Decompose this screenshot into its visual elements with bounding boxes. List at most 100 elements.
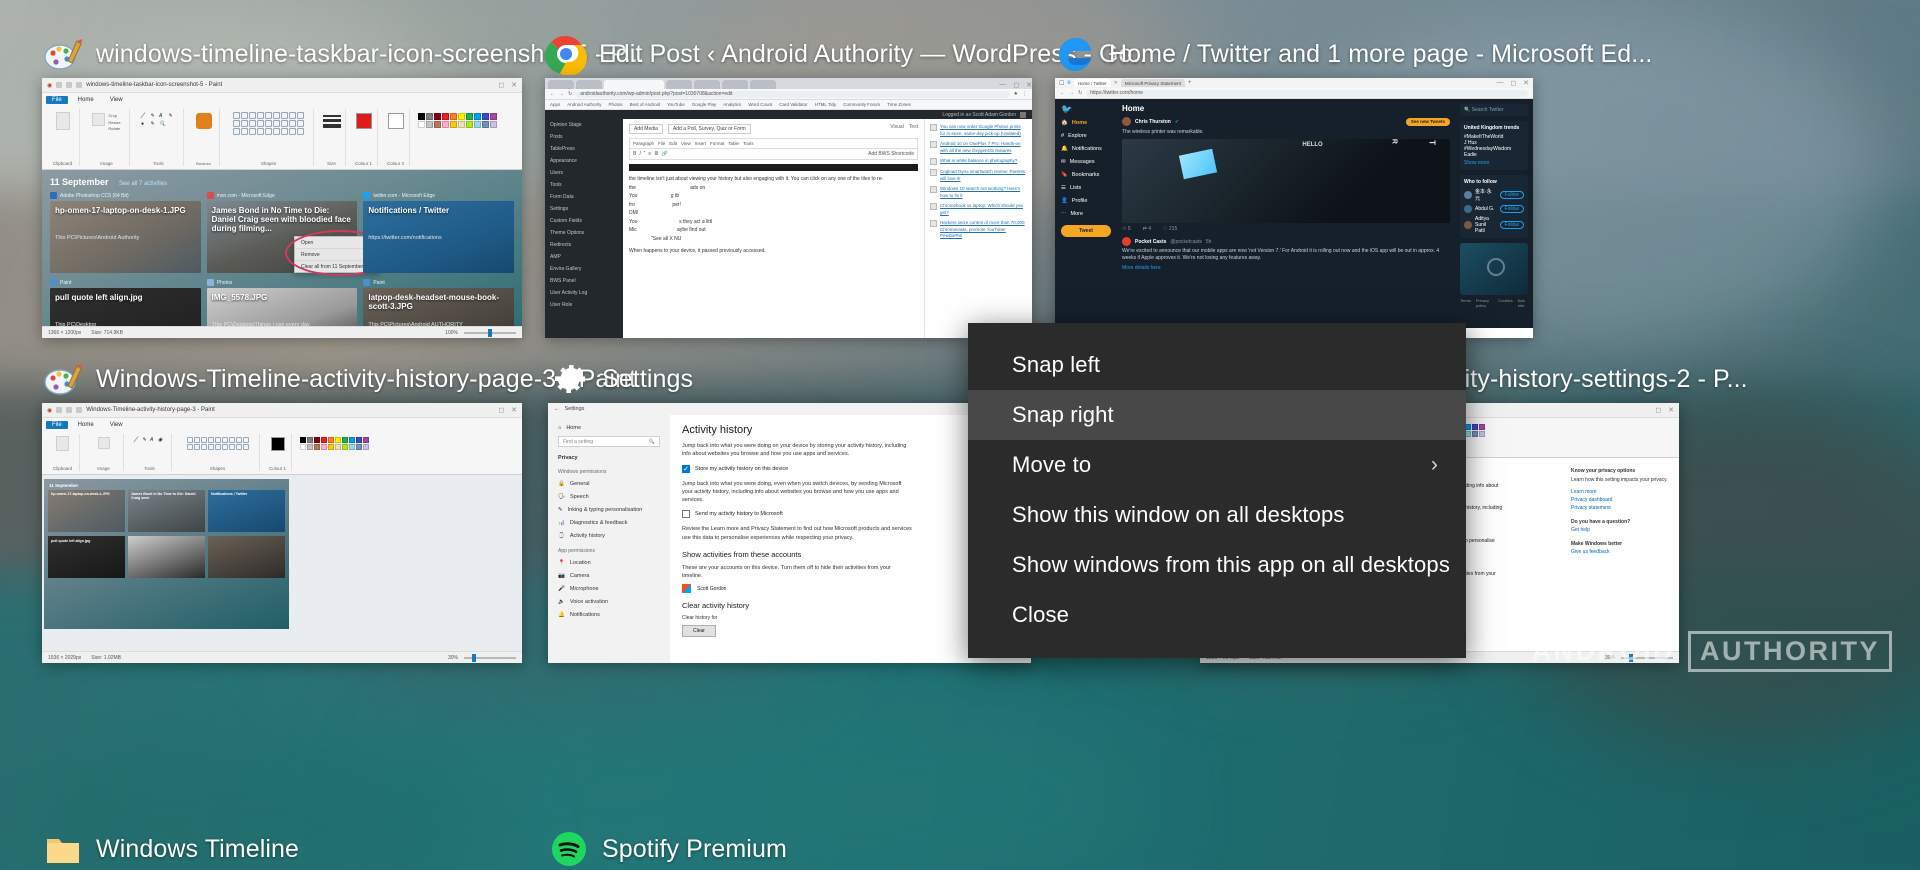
ribbon-tab-home[interactable]: Home — [72, 421, 100, 429]
related-link[interactable]: Cogload Dyno smartwatch review: Parents … — [940, 169, 1027, 182]
edge-tab-strip[interactable]: ☐e Home / Twitter ✕ Microsoft Privacy St… — [1055, 78, 1533, 88]
window-thumbnail[interactable]: —◻✕ ←→↻ androidauthority.com/wp-admin/po… — [545, 78, 1032, 338]
timeline-cell[interactable]: Paint latpop-desk-headset-mouse-book-sco… — [363, 279, 514, 326]
see-new-tweets-pill[interactable]: See new Tweets — [1406, 118, 1450, 126]
timeline-card[interactable]: hp-omen-17-laptop-on-desk-1.JPG This PC\… — [50, 201, 201, 273]
twitter-right-rail[interactable]: 🔍 Search Twitter United Kingdom trends #… — [1455, 99, 1533, 328]
related-links-panel[interactable]: You can now order Google Photos prints f… — [924, 119, 1032, 338]
menu-item-snap-right[interactable]: Snap right — [968, 390, 1466, 440]
footer-link[interactable]: Terms — [1460, 298, 1471, 308]
related-link[interactable]: Chromebook vs laptop: Which should you g… — [940, 203, 1027, 216]
ribbon-tabs[interactable]: File Home View — [42, 93, 522, 106]
ribbon-body[interactable]: Clipboard CropResizeRotate Image — [42, 106, 522, 170]
bookmark[interactable]: YouTube — [667, 102, 685, 107]
tab-visual[interactable]: Visual — [890, 124, 904, 134]
wp-menu-item[interactable]: Settings — [545, 203, 623, 215]
trends-show-more[interactable]: Show more — [1464, 160, 1524, 166]
editor-menu-item[interactable]: Edit — [669, 141, 677, 146]
help-link[interactable]: Get help — [1571, 527, 1669, 533]
menu-item-show-windows-from-app-all-desktops[interactable]: Show windows from this app on all deskto… — [968, 540, 1466, 590]
editor-menu-item[interactable]: Insert — [695, 141, 706, 146]
wp-menu-item[interactable]: Posts — [545, 131, 623, 143]
retweet-count[interactable]: ⇄ 4 — [1143, 226, 1151, 232]
follow-button[interactable]: Follow — [1500, 191, 1524, 199]
settings-nav-microphone[interactable]: 🎤Microphone — [548, 582, 670, 595]
ribbon-tab-file[interactable]: File — [46, 96, 68, 104]
timeline-cell[interactable]: Paint pull quote left align.jpg This PC\… — [50, 279, 201, 326]
footer-link[interactable]: Ads info — [1518, 298, 1528, 308]
right-link[interactable]: Privacy statement — [1571, 505, 1669, 511]
timeline-card[interactable]: Notifications / Twitter https://twitter.… — [363, 201, 514, 273]
edge-tab[interactable]: Microsoft Privacy Statement — [1121, 79, 1185, 87]
footer-link[interactable]: Privacy policy — [1476, 298, 1493, 308]
editor-menu-item[interactable]: Tools — [743, 141, 754, 146]
bookmark[interactable]: Word Count — [748, 102, 772, 107]
wp-menu-item[interactable]: Redirects — [545, 239, 623, 251]
follow-suggestion[interactable]: Aditya Sunil Patil Follow — [1464, 216, 1524, 234]
related-link[interactable]: What is white balance in photography? — [940, 158, 1017, 165]
twitter-nav-home[interactable]: 🏠Home — [1055, 116, 1117, 129]
settings-search-input[interactable]: Find a setting 🔍 — [558, 436, 660, 447]
ribbon-tab-file[interactable]: File — [46, 421, 68, 429]
timeline-cell[interactable]: Adobe Photoshop CC5 (64 Bit) hp-omen-17-… — [50, 192, 201, 273]
edge-address-bar[interactable]: ←→↻ https://twitter.com/home — [1055, 88, 1533, 99]
paint-canvas[interactable]: 11 September hp-omen-17-laptop-on-desk-1… — [42, 475, 522, 651]
ribbon-tabs[interactable]: File Home View — [42, 418, 522, 431]
menu-item-move-to[interactable]: Move to › — [968, 440, 1466, 490]
window-thumbnail[interactable]: ☐e Home / Twitter ✕ Microsoft Privacy St… — [1055, 78, 1533, 338]
wp-menu-item[interactable]: Tools — [545, 179, 623, 191]
wp-menu-item[interactable]: Envira Gallery — [545, 263, 623, 275]
related-link[interactable]: Windows 10 search not working? Here's ho… — [940, 186, 1027, 199]
follow-suggestion[interactable]: 金本·永元 Follow — [1464, 188, 1524, 202]
bookmark[interactable]: Best of Android — [630, 102, 661, 107]
bookmark[interactable]: HTML Tidy — [815, 102, 837, 107]
settings-right-rail[interactable]: Know your privacy options Learn how this… — [1561, 459, 1679, 651]
wp-menu-item[interactable]: Theme Options — [545, 227, 623, 239]
related-link[interactable]: You can now order Google Photos prints f… — [940, 124, 1027, 137]
back-arrow-icon[interactable]: ← — [554, 406, 560, 412]
twitter-sidebar[interactable]: 🐦 🏠Home #Explore 🔔Notifications ✉Message… — [1055, 99, 1117, 328]
twitter-nav-explore[interactable]: #Explore — [1055, 129, 1117, 142]
twitter-nav-lists[interactable]: ☰Lists — [1055, 181, 1117, 194]
wp-admin-sidebar[interactable]: Opinion Stage Posts TablePress Appearanc… — [545, 119, 623, 338]
wp-menu-item[interactable]: User Activity Log — [545, 287, 623, 299]
wp-menu-item[interactable]: Users — [545, 167, 623, 179]
follow-suggestion[interactable]: Abdul G. Follow — [1464, 205, 1524, 213]
editor-menu-item[interactable]: File — [658, 141, 665, 146]
follow-button[interactable]: Follow — [1500, 221, 1524, 229]
wp-menu-item[interactable]: TablePress — [545, 143, 623, 155]
settings-nav-voice-activation[interactable]: 🔈Voice activation — [548, 595, 670, 608]
window-thumbnail[interactable]: ◉ Windows-Timeline-activity-history-page… — [42, 403, 522, 663]
twitter-nav-notifications[interactable]: 🔔Notifications — [1055, 142, 1117, 155]
timeline-cell[interactable]: Photos IMG_5578.JPG This PC\Desktop\Thin… — [207, 279, 358, 326]
ribbon-tab-home[interactable]: Home — [72, 96, 100, 104]
reply-count[interactable]: ☉ 5 — [1122, 226, 1131, 232]
editor-menu-item[interactable]: View — [681, 141, 691, 146]
bookmark[interactable]: Photos — [609, 102, 623, 107]
checkbox-icon[interactable] — [682, 510, 690, 518]
clear-button[interactable]: Clear — [682, 625, 716, 637]
related-link[interactable]: Hackers seize control of more than 70,00… — [940, 220, 1027, 240]
menu-item-snap-left[interactable]: Snap left — [968, 340, 1466, 390]
tweet-author[interactable]: Chris Thurston — [1135, 119, 1171, 125]
wp-menu-item[interactable]: BWS Panel — [545, 275, 623, 287]
editor-menu-item[interactable]: Format — [710, 141, 724, 146]
feedback-link[interactable]: Give us feedback — [1571, 549, 1669, 555]
menu-item-close[interactable]: Close — [968, 590, 1466, 640]
wp-menu-item[interactable]: AMP — [545, 251, 623, 263]
window-thumbnail[interactable]: ◉ windows-timeline-taskbar-icon-screensh… — [42, 78, 522, 338]
bookmark[interactable]: Card Validator — [779, 102, 807, 107]
edge-tab[interactable]: Home / Twitter — [1074, 79, 1111, 87]
wp-menu-item[interactable]: User Role — [545, 299, 623, 311]
bookmark[interactable]: Analytics — [723, 102, 741, 107]
ribbon-body[interactable]: Clipboard Image ╱✎A◉ Tools — [42, 431, 522, 475]
settings-nav-speech[interactable]: 🗣Speech — [548, 490, 670, 503]
window-card-edge[interactable]: Home / Twitter and 1 more page - Microso… — [1055, 30, 1675, 338]
editor-menu-item[interactable]: Paragraph — [633, 141, 654, 146]
twitter-nav-messages[interactable]: ✉Messages — [1055, 155, 1117, 168]
settings-nav-inking[interactable]: ✎Inking & typing personalisation — [548, 503, 670, 516]
add-poll-button[interactable]: Add a Poll, Survey, Quiz or Form — [668, 124, 751, 134]
checkbox-icon[interactable] — [682, 465, 690, 473]
tweet-button[interactable]: Tweet — [1061, 225, 1111, 237]
like-count[interactable]: ♡ 215 — [1163, 226, 1177, 232]
